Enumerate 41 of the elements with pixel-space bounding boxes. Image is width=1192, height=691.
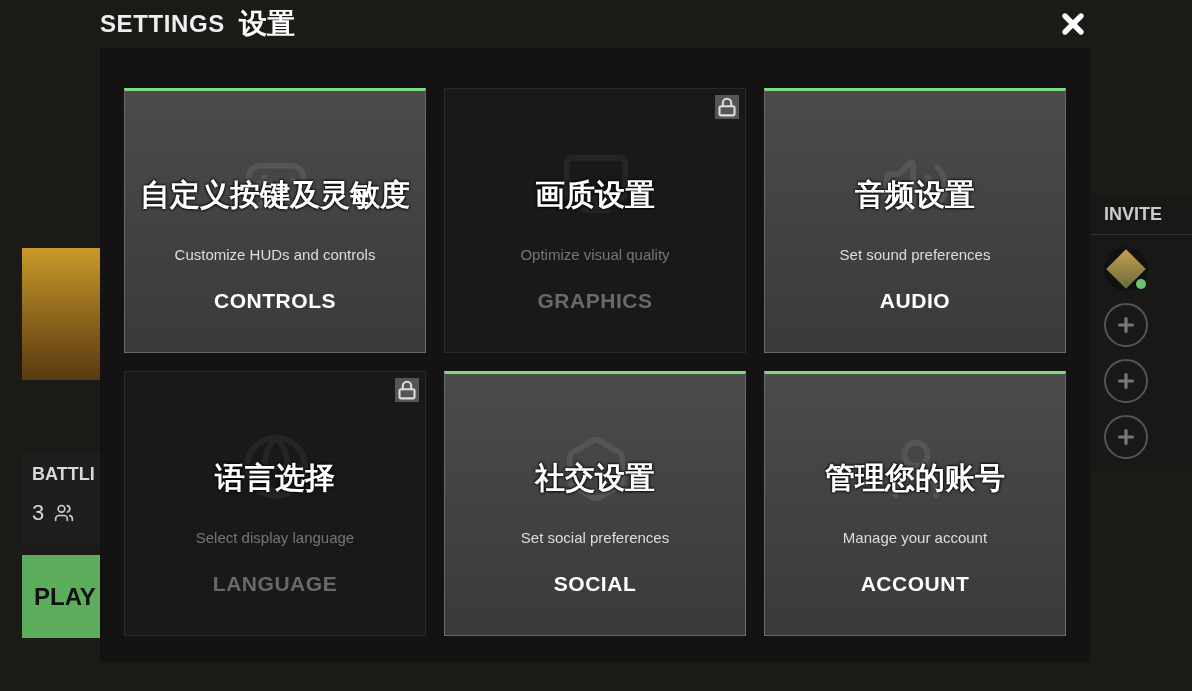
- card-description: Optimize visual quality: [520, 245, 670, 265]
- card-description: Select display language: [195, 528, 355, 548]
- settings-card[interactable]: 自定义按键及灵敏度 Customize HUDs and controls CONTROLS: [124, 88, 426, 353]
- card-description: Customize HUDs and controls: [174, 245, 376, 265]
- add-player-button[interactable]: [1104, 303, 1148, 347]
- lock-icon: [715, 95, 739, 119]
- add-player-button[interactable]: [1104, 415, 1148, 459]
- card-title: CONTROLS: [214, 287, 336, 314]
- card-title: SOCIAL: [553, 570, 637, 597]
- card-title: ACCOUNT: [860, 570, 970, 597]
- settings-card[interactable]: 社交设置 Set social preferences SOCIAL: [444, 371, 746, 636]
- plus-icon: [1115, 314, 1137, 336]
- card-caption: 社交设置: [535, 463, 655, 493]
- card-caption: 自定义按键及灵敏度: [140, 180, 410, 210]
- mode-card[interactable]: BATTLI 3: [22, 453, 100, 545]
- card-caption: 音频设置: [855, 180, 975, 210]
- card-description: Set social preferences: [520, 528, 670, 548]
- card-description: Set sound preferences: [839, 245, 991, 265]
- play-button[interactable]: PLAY: [22, 555, 100, 638]
- add-player-button[interactable]: [1104, 359, 1148, 403]
- settings-card[interactable]: 管理您的账号 Manage your account ACCOUNT: [764, 371, 1066, 636]
- card-caption: 画质设置: [535, 180, 655, 210]
- invite-title: INVITE: [1090, 195, 1192, 235]
- plus-icon: [1115, 426, 1137, 448]
- card-title: GRAPHICS: [537, 287, 653, 314]
- title-caption: 设置: [238, 7, 295, 41]
- settings-card[interactable]: 语言选择 Select display language LANGUAGE: [124, 371, 426, 636]
- card-description: Manage your account: [842, 528, 988, 548]
- settings-card[interactable]: 音频设置 Set sound preferences AUDIO: [764, 88, 1066, 353]
- plus-icon: [1115, 370, 1137, 392]
- card-title: AUDIO: [879, 287, 951, 314]
- mode-title: BATTLI: [32, 463, 96, 486]
- lock-icon: [395, 378, 419, 402]
- player-avatar[interactable]: [1104, 247, 1148, 291]
- settings-title: SETTINGS: [100, 9, 225, 39]
- card-caption: 语言选择: [215, 463, 335, 493]
- card-caption: 管理您的账号: [825, 463, 1005, 493]
- player-count: 3: [32, 499, 45, 527]
- people-icon: [54, 502, 75, 523]
- settings-card[interactable]: 画质设置 Optimize visual quality GRAPHICS: [444, 88, 746, 353]
- card-title: LANGUAGE: [212, 570, 338, 597]
